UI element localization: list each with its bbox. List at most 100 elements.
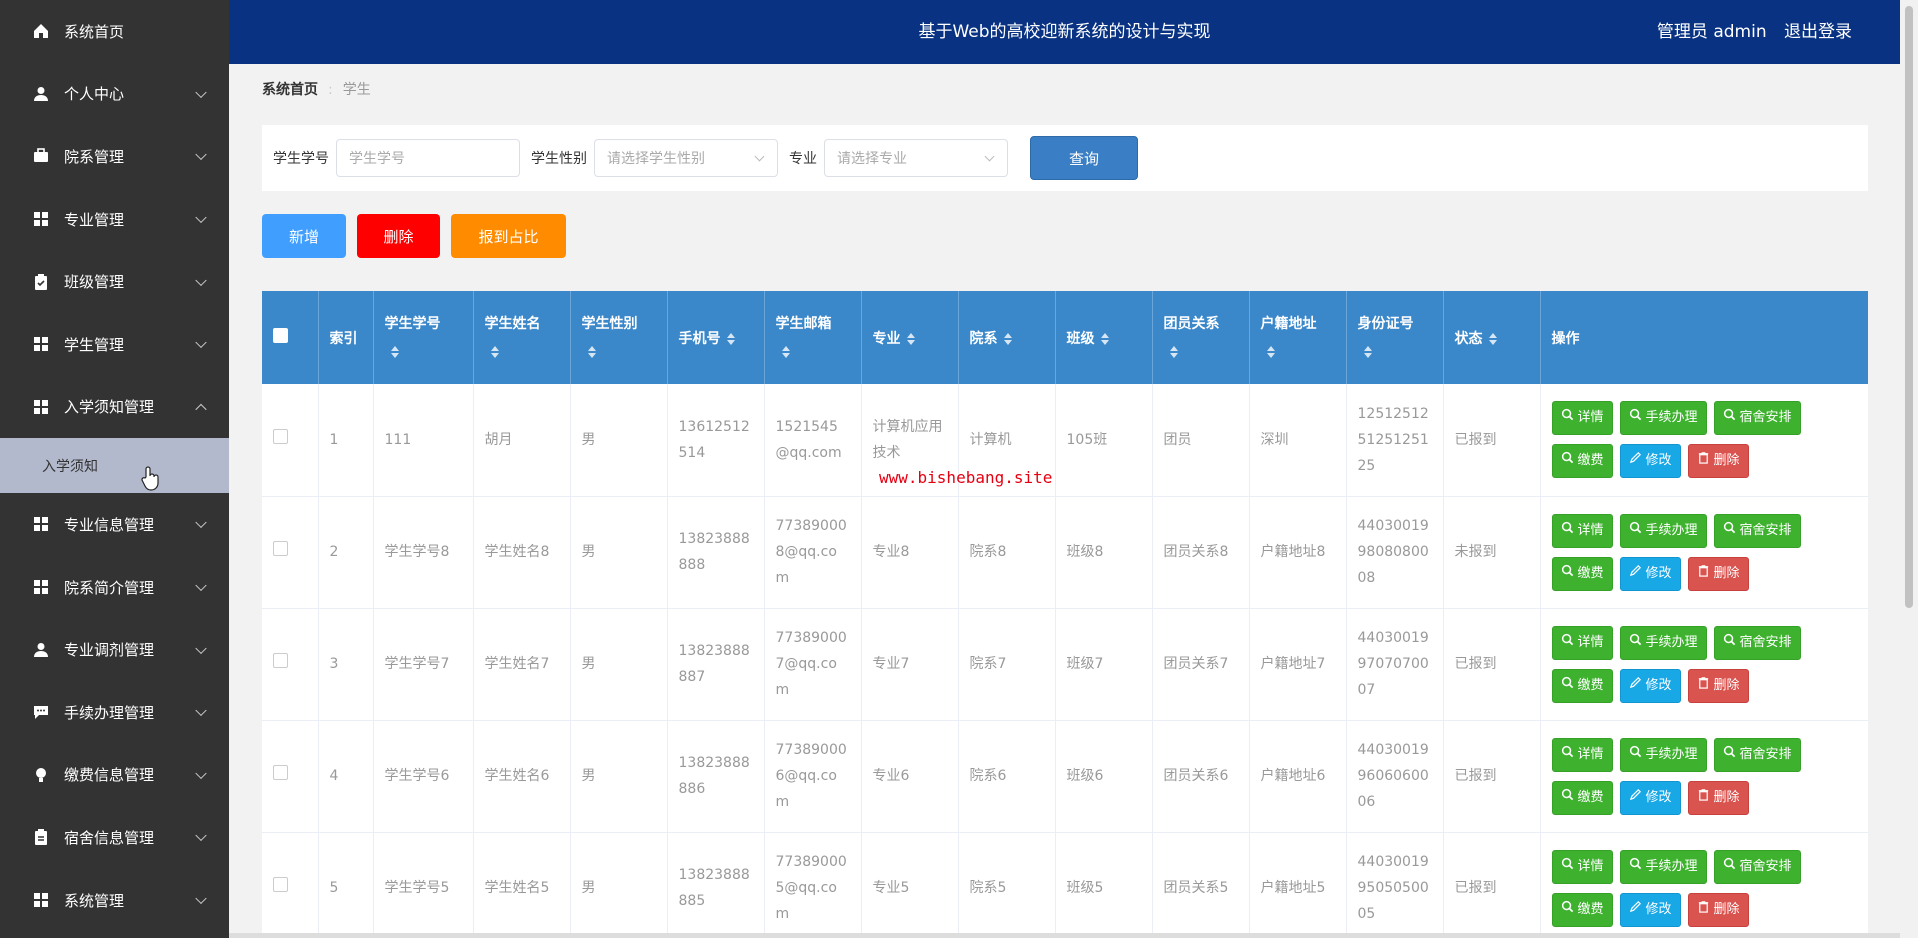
logout-link[interactable]: 退出登录 xyxy=(1784,22,1852,42)
student-no-input[interactable]: 学生学号 xyxy=(336,139,520,177)
select-all-checkbox[interactable] xyxy=(273,328,288,343)
sort-icon[interactable] xyxy=(587,345,596,358)
delete-button[interactable]: 删除 xyxy=(1687,668,1749,703)
delete-button[interactable]: 删除 xyxy=(1687,444,1749,479)
sort-icon[interactable] xyxy=(1266,345,1275,358)
fee-button[interactable]: 缴费 xyxy=(1551,668,1613,703)
chevron-down-icon xyxy=(195,767,207,779)
row-checkbox[interactable] xyxy=(273,653,288,668)
gender-select[interactable]: 请选择学生性别 xyxy=(594,139,778,177)
fee-button[interactable]: 缴费 xyxy=(1551,556,1613,591)
fee-button[interactable]: 缴费 xyxy=(1551,444,1613,479)
major-select-placeholder: 请选择专业 xyxy=(837,151,907,167)
sort-icon[interactable] xyxy=(1488,332,1497,345)
sidebar-item-0[interactable]: 系统首页 xyxy=(0,0,229,63)
dorm-arrange-button[interactable]: 宿舍安排 xyxy=(1713,737,1801,772)
sidebar-item-1[interactable]: 个人中心 xyxy=(0,63,229,126)
procedure-button[interactable]: 手续办理 xyxy=(1619,849,1707,884)
cell-status: 已报到 xyxy=(1443,720,1541,833)
column-header[interactable]: 状态 xyxy=(1443,291,1541,384)
sidebar-item-5[interactable]: 学生管理 xyxy=(0,313,229,376)
op-label: 修改 xyxy=(1645,677,1672,693)
detail-button[interactable]: 详情 xyxy=(1551,849,1613,884)
sidebar-item-3[interactable]: 专业管理 xyxy=(0,188,229,251)
sort-icon[interactable] xyxy=(906,332,915,345)
column-header[interactable]: 学生姓名 xyxy=(473,291,571,384)
major-select[interactable]: 请选择专业 xyxy=(824,139,1008,177)
detail-button[interactable]: 详情 xyxy=(1551,513,1613,548)
batch-delete-button[interactable]: 删除 xyxy=(357,214,440,258)
fee-button[interactable]: 缴费 xyxy=(1551,780,1613,815)
row-select-cell xyxy=(262,496,319,609)
dorm-arrange-button[interactable]: 宿舍安排 xyxy=(1713,513,1801,548)
sidebar-item-4[interactable]: 班级管理 xyxy=(0,250,229,313)
sort-icon[interactable] xyxy=(1169,345,1178,358)
row-checkbox[interactable] xyxy=(273,765,288,780)
column-header[interactable]: 学生学号 xyxy=(373,291,474,384)
query-button[interactable]: 查询 xyxy=(1030,136,1138,180)
delete-button[interactable]: 删除 xyxy=(1687,780,1749,815)
edit-icon xyxy=(1629,785,1646,811)
sort-icon[interactable] xyxy=(1363,345,1372,358)
column-header[interactable]: 专业 xyxy=(861,291,959,384)
sort-icon[interactable] xyxy=(490,345,499,358)
procedure-button[interactable]: 手续办理 xyxy=(1619,513,1707,548)
sort-icon[interactable] xyxy=(726,332,735,345)
add-button[interactable]: 新增 xyxy=(262,214,346,258)
breadcrumb-home[interactable]: 系统首页 xyxy=(262,82,318,98)
sidebar-item-2[interactable]: 院系管理 xyxy=(0,125,229,188)
page-scrollbar[interactable] xyxy=(1900,0,1918,938)
submenu-item-admission-notice[interactable]: 入学须知 xyxy=(0,438,229,494)
row-checkbox[interactable] xyxy=(273,877,288,892)
procedure-button[interactable]: 手续办理 xyxy=(1619,737,1707,772)
sidebar-item-10[interactable]: 手续办理管理 xyxy=(0,681,229,744)
column-header[interactable]: 身份证号 xyxy=(1346,291,1444,384)
detail-button[interactable]: 详情 xyxy=(1551,401,1613,436)
edit-button[interactable]: 修改 xyxy=(1619,892,1681,927)
sidebar: 系统首页 个人中心 院系管理 专业管理 班级管理 学生管理 入学须知管理 入学须知 专业信息管理… xyxy=(0,0,229,938)
cell-phone: 13612512514 xyxy=(667,384,765,497)
sort-icon[interactable] xyxy=(781,345,790,358)
column-header[interactable]: 院系 xyxy=(958,291,1056,384)
sidebar-item-12[interactable]: 宿舍信息管理 xyxy=(0,806,229,869)
edit-button[interactable]: 修改 xyxy=(1619,556,1681,591)
fee-button[interactable]: 缴费 xyxy=(1551,892,1613,927)
trash-icon xyxy=(1697,561,1714,587)
op-label: 详情 xyxy=(1577,410,1604,426)
delete-button[interactable]: 删除 xyxy=(1687,892,1749,927)
sort-icon[interactable] xyxy=(390,345,399,358)
dorm-arrange-button[interactable]: 宿舍安排 xyxy=(1713,849,1801,884)
sidebar-item-9[interactable]: 专业调剂管理 xyxy=(0,618,229,681)
sidebar-item-8[interactable]: 院系简介管理 xyxy=(0,556,229,619)
column-header[interactable]: 学生性别 xyxy=(570,291,668,384)
column-header[interactable]: 班级 xyxy=(1055,291,1153,384)
row-checkbox[interactable] xyxy=(273,541,288,556)
scrollbar-thumb[interactable] xyxy=(1905,6,1913,608)
edit-button[interactable]: 修改 xyxy=(1619,780,1681,815)
detail-button[interactable]: 详情 xyxy=(1551,737,1613,772)
report-ratio-button[interactable]: 报到占比 xyxy=(451,214,566,258)
breadcrumb-separator: : xyxy=(328,82,333,98)
sidebar-item-6[interactable]: 入学须知管理 xyxy=(0,376,229,439)
watermark: www.bishebang.site xyxy=(879,468,1053,487)
sidebar-item-13[interactable]: 系统管理 xyxy=(0,869,229,932)
row-checkbox[interactable] xyxy=(273,428,288,444)
procedure-button[interactable]: 手续办理 xyxy=(1619,625,1707,660)
edit-button[interactable]: 修改 xyxy=(1619,668,1681,703)
cell-idcard: 440300199505050005 xyxy=(1346,832,1444,938)
column-header[interactable]: 手机号 xyxy=(667,291,765,384)
detail-button[interactable]: 详情 xyxy=(1551,625,1613,660)
delete-button[interactable]: 删除 xyxy=(1687,556,1749,591)
edit-button[interactable]: 修改 xyxy=(1619,444,1681,479)
column-header[interactable]: 学生邮箱 xyxy=(764,291,862,384)
procedure-button[interactable]: 手续办理 xyxy=(1619,401,1707,436)
sidebar-item-11[interactable]: 缴费信息管理 xyxy=(0,744,229,807)
sort-icon[interactable] xyxy=(1100,332,1109,345)
admin-user-label[interactable]: 管理员 admin xyxy=(1657,22,1767,42)
dorm-arrange-button[interactable]: 宿舍安排 xyxy=(1713,401,1801,436)
sort-icon[interactable] xyxy=(1003,332,1012,345)
column-header[interactable]: 团员关系 xyxy=(1152,291,1250,384)
column-header[interactable]: 户籍地址 xyxy=(1249,291,1347,384)
sidebar-item-7[interactable]: 专业信息管理 xyxy=(0,493,229,556)
dorm-arrange-button[interactable]: 宿舍安排 xyxy=(1713,625,1801,660)
